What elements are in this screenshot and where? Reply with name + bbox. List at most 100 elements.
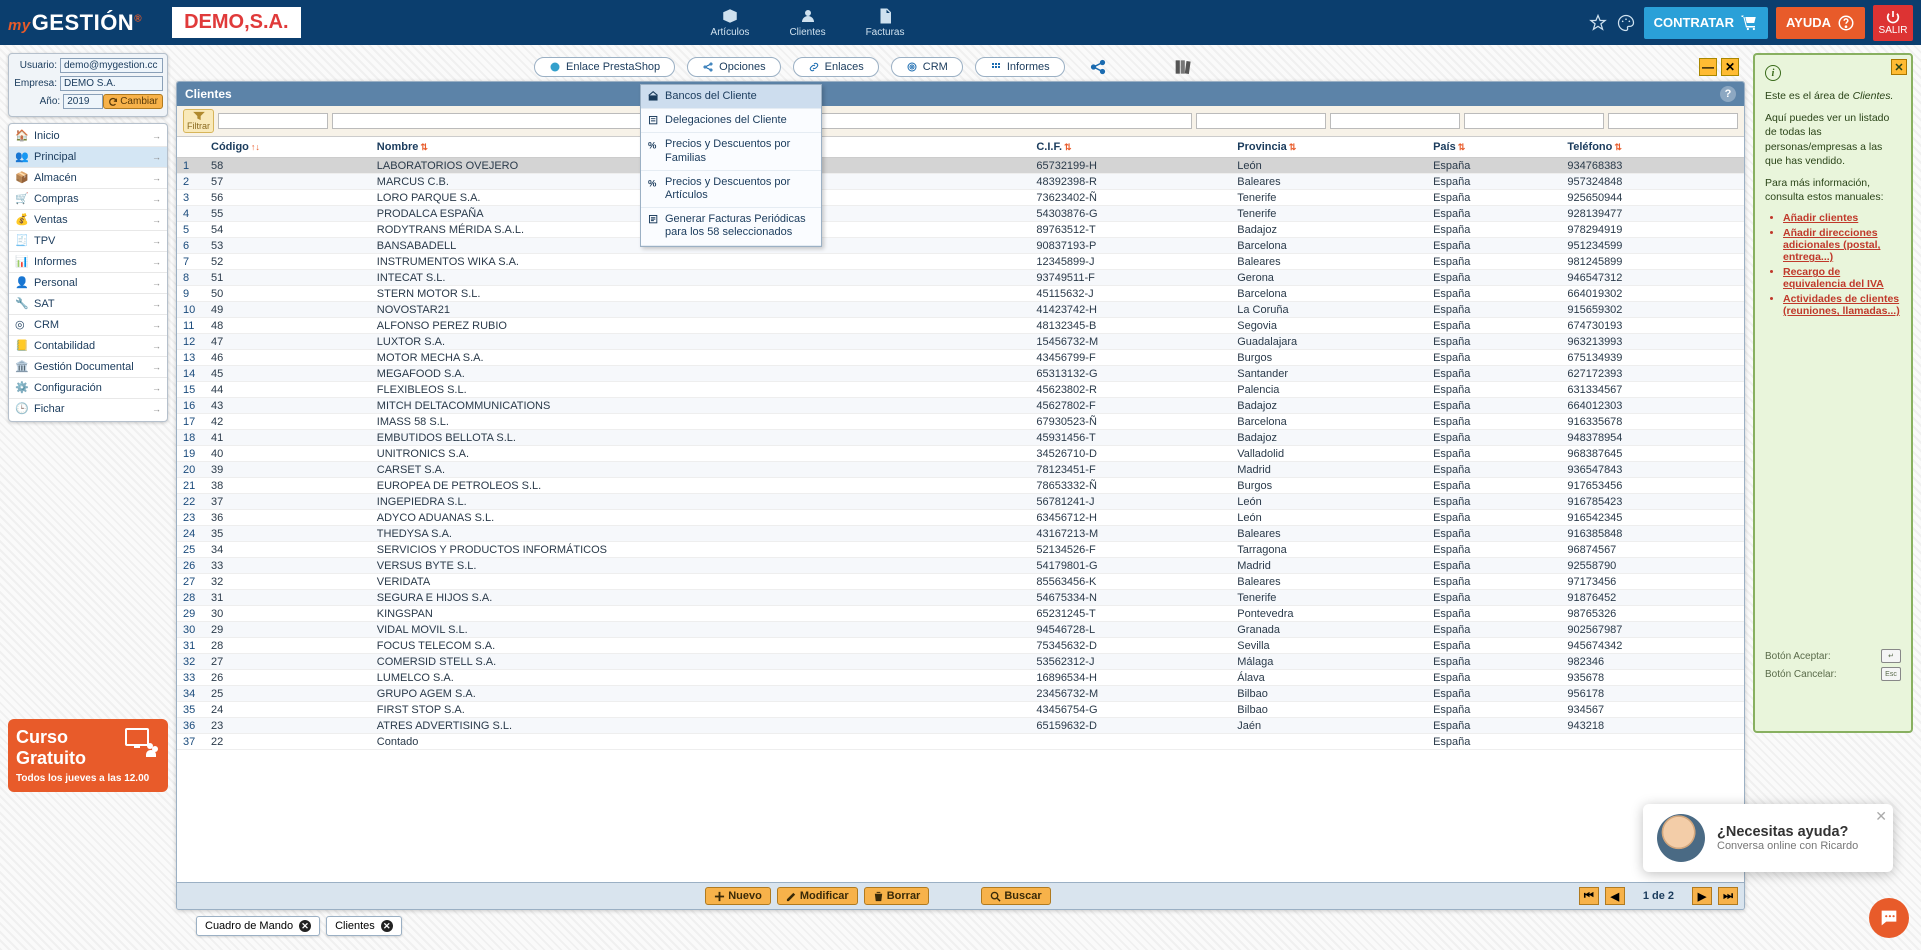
books-icon[interactable] <box>1174 58 1194 76</box>
dropdown-item[interactable]: Generar Facturas Periódicas para los 58 … <box>641 208 821 245</box>
opciones-button[interactable]: Opciones <box>687 57 780 77</box>
table-row[interactable]: 2138EUROPEA DE PETROLEOS S.L.78653332-ÑB… <box>177 478 1744 494</box>
page-last-button[interactable]: ⏭ <box>1718 887 1738 905</box>
buscar-button[interactable]: Buscar <box>981 887 1050 905</box>
page-next-button[interactable]: ▶ <box>1692 887 1712 905</box>
table-row[interactable]: 1643MITCH DELTACOMMUNICATIONS45627802-FB… <box>177 398 1744 414</box>
minimize-button[interactable]: — <box>1699 58 1717 76</box>
opciones-dropdown[interactable]: Bancos del ClienteDelegaciones del Clien… <box>640 84 822 247</box>
table-row[interactable]: 3425GRUPO AGEM S.A.23456732-MBilbaoEspañ… <box>177 686 1744 702</box>
dropdown-item[interactable]: %Precios y Descuentos por Familias <box>641 133 821 170</box>
promo-banner[interactable]: Curso Gratuito Todos los jueves a las 12… <box>8 719 168 792</box>
table-row[interactable]: 1841EMBUTIDOS BELLOTA S.L.45931456-TBada… <box>177 430 1744 446</box>
col-telefono[interactable]: Teléfono⇅ <box>1561 137 1744 158</box>
tab-close-icon[interactable]: ✕ <box>299 920 311 932</box>
table-row[interactable]: 3029VIDAL MOVIL S.L.94546728-LGranadaEsp… <box>177 622 1744 638</box>
table-row[interactable]: 752INSTRUMENTOS WIKA S.A.12345899-JBalea… <box>177 254 1744 270</box>
table-row[interactable]: 2237INGEPIEDRA S.L.56781241-JLeónEspaña9… <box>177 494 1744 510</box>
table-row[interactable]: 2039CARSET S.A.78123451-FMadridEspaña936… <box>177 462 1744 478</box>
chat-close-icon[interactable]: ✕ <box>1875 808 1887 825</box>
col-cif[interactable]: C.I.F.⇅ <box>1030 137 1231 158</box>
table-row[interactable]: 3722ContadoEspaña <box>177 734 1744 750</box>
close-button[interactable]: ✕ <box>1721 58 1739 76</box>
nav-sat[interactable]: 🔧SAT→ <box>9 294 167 315</box>
cambiar-button[interactable]: Cambiar <box>103 94 163 109</box>
filter-pais[interactable] <box>1464 113 1604 129</box>
table-row[interactable]: 1346MOTOR MECHA S.A.43456799-FBurgosEspa… <box>177 350 1744 366</box>
topnav-facturas[interactable]: Facturas <box>866 7 905 38</box>
nuevo-button[interactable]: Nuevo <box>705 887 771 905</box>
col-codigo[interactable]: Código↑↓ <box>205 137 371 158</box>
tab-close-icon[interactable]: ✕ <box>381 920 393 932</box>
star-icon[interactable] <box>1588 13 1608 33</box>
table-row[interactable]: 3128FOCUS TELECOM S.A.75345632-DSevillaE… <box>177 638 1744 654</box>
table-row[interactable]: 3524FIRST STOP S.A.43456754-GBilbaoEspañ… <box>177 702 1744 718</box>
table-row[interactable]: 3227COMERSID STELL S.A.53562312-JMálagaE… <box>177 654 1744 670</box>
nav-gesti-n-documental[interactable]: 🏛️Gestión Documental→ <box>9 357 167 378</box>
table-row[interactable]: 2732VERIDATA85563456-KBalearesEspaña9717… <box>177 574 1744 590</box>
table-row[interactable]: 1445MEGAFOOD S.A.65313132-GSantanderEspa… <box>177 366 1744 382</box>
nav-configuraci-n[interactable]: ⚙️Configuración→ <box>9 378 167 399</box>
table-row[interactable]: 1742IMASS 58 S.L.67930523-ÑBarcelonaEspa… <box>177 414 1744 430</box>
nav-ventas[interactable]: 💰Ventas→ <box>9 210 167 231</box>
nav-tpv[interactable]: 🧾TPV→ <box>9 231 167 252</box>
share-standalone-icon[interactable] <box>1089 58 1107 76</box>
dropdown-item[interactable]: Delegaciones del Cliente <box>641 109 821 133</box>
nav-compras[interactable]: 🛒Compras→ <box>9 189 167 210</box>
table-row[interactable]: 2633VERSUS BYTE S.L.54179801-GMadridEspa… <box>177 558 1744 574</box>
empresa-input[interactable] <box>60 76 163 91</box>
filter-provincia[interactable] <box>1330 113 1460 129</box>
filter-button[interactable]: Filtrar <box>183 109 214 133</box>
table-row[interactable]: 356LORO PARQUE S.A.73623402-ÑTenerifeEsp… <box>177 190 1744 206</box>
nav-almac-n[interactable]: 📦Almacén→ <box>9 168 167 189</box>
modificar-button[interactable]: Modificar <box>777 887 858 905</box>
enlaces-button[interactable]: Enlaces <box>793 57 879 77</box>
page-prev-button[interactable]: ◀ <box>1605 887 1625 905</box>
ayuda-button[interactable]: AYUDA <box>1776 7 1865 39</box>
help-link[interactable]: Añadir direcciones adicionales (postal, … <box>1783 227 1901 263</box>
table-row[interactable]: 554RODYTRANS MÉRIDA S.A.L.89763512-TBada… <box>177 222 1744 238</box>
filter-telefono[interactable] <box>1608 113 1738 129</box>
help-link[interactable]: Añadir clientes <box>1783 212 1901 224</box>
table-row[interactable]: 1148ALFONSO PEREZ RUBIO48132345-BSegovia… <box>177 318 1744 334</box>
nav-informes[interactable]: 📊Informes→ <box>9 252 167 273</box>
topnav-articulos[interactable]: Artículos <box>711 7 750 38</box>
table-row[interactable]: 2831SEGURA E HIJOS S.A.54675334-NTenerif… <box>177 590 1744 606</box>
dropdown-item[interactable]: Bancos del Cliente <box>641 85 821 109</box>
salir-button[interactable]: SALIR <box>1873 5 1913 41</box>
nav-crm[interactable]: ◎CRM→ <box>9 315 167 336</box>
col-pais[interactable]: País⇅ <box>1427 137 1561 158</box>
tab-clientes[interactable]: Clientes✕ <box>326 916 402 936</box>
help-link[interactable]: Actividades de clientes (reuniones, llam… <box>1783 293 1901 317</box>
table-row[interactable]: 158LABORATORIOS OVEJERO65732199-HLeónEsp… <box>177 158 1744 174</box>
table-row[interactable]: 1049NOVOSTAR2141423742-HLa CoruñaEspaña9… <box>177 302 1744 318</box>
nav-fichar[interactable]: 🕒Fichar→ <box>9 399 167 419</box>
chat-bubble-button[interactable] <box>1869 898 1909 938</box>
table-row[interactable]: 2534SERVICIOS Y PRODUCTOS INFORMÁTICOS52… <box>177 542 1744 558</box>
contratar-button[interactable]: CONTRATAR <box>1644 7 1768 39</box>
table-row[interactable]: 3623ATRES ADVERTISING S.L.65159632-DJaén… <box>177 718 1744 734</box>
table-row[interactable]: 1247LUXTOR S.A.15456732-MGuadalajaraEspa… <box>177 334 1744 350</box>
crm-button[interactable]: CRM <box>891 57 963 77</box>
nav-inicio[interactable]: 🏠Inicio→ <box>9 126 167 147</box>
table-row[interactable]: 851INTECAT S.L.93749511-FGeronaEspaña946… <box>177 270 1744 286</box>
table-row[interactable]: 1940UNITRONICS S.A.34526710-DValladolidE… <box>177 446 1744 462</box>
table-row[interactable]: 257MARCUS C.B.48392398-RBalearesEspaña95… <box>177 174 1744 190</box>
dropdown-item[interactable]: %Precios y Descuentos por Artículos <box>641 171 821 208</box>
nav-personal[interactable]: 👤Personal→ <box>9 273 167 294</box>
informes-button[interactable]: Informes <box>975 57 1065 77</box>
ano-input[interactable] <box>63 94 103 109</box>
borrar-button[interactable]: Borrar <box>864 887 930 905</box>
panel-help-icon[interactable]: ? <box>1720 86 1736 102</box>
table-row[interactable]: 2930KINGSPAN65231245-TPontevedraEspaña98… <box>177 606 1744 622</box>
col-provincia[interactable]: Provincia⇅ <box>1231 137 1427 158</box>
table-row[interactable]: 2435THEDYSA S.A.43167213-MBalearesEspaña… <box>177 526 1744 542</box>
help-close-button[interactable]: ✕ <box>1891 59 1907 75</box>
page-first-button[interactable]: ⏮ <box>1579 887 1599 905</box>
filter-cif[interactable] <box>1196 113 1326 129</box>
table-row[interactable]: 1544FLEXIBLEOS S.L.45623802-RPalenciaEsp… <box>177 382 1744 398</box>
table-row[interactable]: 455PRODALCA ESPAÑA54303876-GTenerifeEspa… <box>177 206 1744 222</box>
table-row[interactable]: 653BANSABADELL90837193-PBarcelonaEspaña9… <box>177 238 1744 254</box>
nav-contabilidad[interactable]: 📒Contabilidad→ <box>9 336 167 357</box>
table-row[interactable]: 3326LUMELCO S.A.16896534-HÁlavaEspaña935… <box>177 670 1744 686</box>
